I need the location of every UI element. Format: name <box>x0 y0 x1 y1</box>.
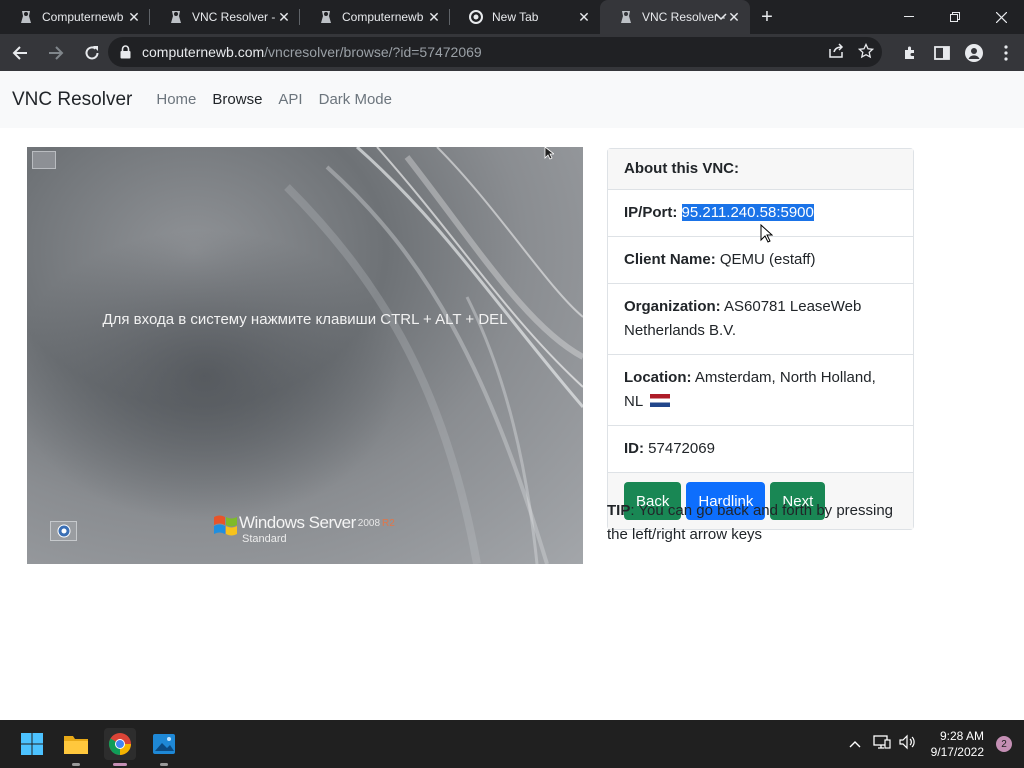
close-window-button[interactable] <box>978 0 1024 34</box>
tab-title: Computernewb <box>42 10 124 24</box>
chrome-icon <box>468 9 484 25</box>
background-streaks <box>27 147 583 564</box>
url-path: /vncresolver/browse/?id=57472069 <box>264 44 482 60</box>
volume-icon[interactable] <box>899 734 917 755</box>
tab-title: VNC Resolver - <box>192 10 276 24</box>
chrome-taskbar-button[interactable] <box>104 728 136 766</box>
id-value: 57472069 <box>648 440 715 457</box>
chrome-icon <box>109 733 131 755</box>
vnc-cursor-icon <box>544 146 554 160</box>
restore-button[interactable] <box>932 0 978 34</box>
organization-label: Organization: <box>624 298 721 315</box>
close-icon[interactable]: ✕ <box>576 9 592 25</box>
netherlands-flag-icon <box>649 394 670 407</box>
computernewb-icon <box>168 9 184 25</box>
running-indicator <box>160 763 168 766</box>
share-icon[interactable] <box>828 42 844 62</box>
tab-new-tab[interactable]: New Tab ✕ <box>450 0 600 34</box>
windows-server-release: R2 <box>382 518 395 529</box>
page-content: VNC Resolver Home Browse API Dark Mode Д… <box>0 71 1024 720</box>
vnc-info-card: About this VNC: IP/Port: 95.211.240.58:5… <box>607 148 914 530</box>
running-indicator <box>72 763 80 766</box>
menu-kebab-icon[interactable] <box>996 43 1016 63</box>
nav-browse[interactable]: Browse <box>212 91 262 108</box>
nav-api[interactable]: API <box>278 91 302 108</box>
minimize-button[interactable] <box>886 0 932 34</box>
browser-toolbar: computernewb.com/vncresolver/browse/?id=… <box>0 34 1024 71</box>
windows-server-edition: Standard <box>242 533 287 545</box>
nav-dark-mode[interactable]: Dark Mode <box>319 91 392 108</box>
running-indicator <box>113 763 127 766</box>
client-name-label: Client Name: <box>624 251 716 268</box>
tab-vnc-resolver-1[interactable]: VNC Resolver - ✕ <box>150 0 300 34</box>
photos-icon <box>153 734 175 754</box>
profile-icon[interactable] <box>964 43 984 63</box>
windows-server-logo: Windows Server 2008 R2 Standard <box>213 513 395 545</box>
reload-icon[interactable] <box>76 37 108 69</box>
new-tab-button[interactable]: + <box>750 0 784 34</box>
logon-prompt: Для входа в систему нажмите клавиши CTRL… <box>102 311 508 328</box>
organization-row: Organization: AS60781 LeaseWeb Netherlan… <box>608 284 913 355</box>
computernewb-icon <box>618 9 634 25</box>
close-icon[interactable]: ✕ <box>126 9 142 25</box>
notification-badge[interactable]: 2 <box>996 736 1012 752</box>
nav-home[interactable]: Home <box>156 91 196 108</box>
client-name-value: QEMU (estaff) <box>719 251 816 268</box>
id-label: ID: <box>624 440 644 457</box>
ip-port-label: IP/Port: <box>624 204 678 221</box>
client-name-row: Client Name: QEMU (estaff) <box>608 237 913 284</box>
computernewb-icon <box>18 9 34 25</box>
window-controls <box>715 0 1024 34</box>
card-header: About this VNC: <box>608 149 913 190</box>
mouse-cursor-icon <box>760 224 773 243</box>
chevron-down-icon[interactable] <box>706 0 736 34</box>
tip-body: : You can go back and forth by pressing … <box>607 502 894 543</box>
network-icon[interactable] <box>872 734 891 755</box>
folder-icon <box>64 736 88 754</box>
extensions-icon[interactable] <box>900 43 920 63</box>
windows-server-version: 2008 <box>357 518 381 529</box>
system-tray: 9:28 AM 9/17/2022 2 <box>849 720 1024 768</box>
clock[interactable]: 9:28 AM 9/17/2022 <box>931 728 984 760</box>
site-navbar: VNC Resolver Home Browse API Dark Mode <box>0 71 1024 128</box>
windows-flag-icon <box>214 515 237 536</box>
clock-date: 9/17/2022 <box>930 745 984 759</box>
start-button[interactable] <box>16 728 48 760</box>
close-icon[interactable]: ✕ <box>426 9 442 25</box>
address-bar[interactable]: computernewb.com/vncresolver/browse/?id=… <box>108 37 882 67</box>
location-row: Location: Amsterdam, North Holland, NL <box>608 355 913 426</box>
tab-title: Computernewb <box>342 10 424 24</box>
id-row: ID: 57472069 <box>608 426 913 473</box>
computernewb-icon <box>318 9 334 25</box>
windows-taskbar: 9:28 AM 9/17/2022 2 <box>0 720 1024 768</box>
location-label: Location: <box>624 369 692 386</box>
side-panel-icon[interactable] <box>932 43 952 63</box>
windows-start-icon <box>21 733 43 755</box>
star-icon[interactable] <box>857 42 875 62</box>
vnc-screenshot: Для входа в систему нажмите клавиши CTRL… <box>27 147 583 564</box>
url-host: computernewb.com <box>142 44 265 60</box>
file-explorer-button[interactable] <box>60 728 92 766</box>
windows-server-name: Windows Server <box>239 513 356 532</box>
tab-title: New Tab <box>492 10 539 24</box>
forward-arrow-icon[interactable] <box>40 37 72 69</box>
tab-computernewb-1[interactable]: Computernewb ✕ <box>0 0 150 34</box>
photos-taskbar-button[interactable] <box>148 728 180 766</box>
chevron-up-icon[interactable] <box>849 735 861 753</box>
toolbar-actions <box>900 34 1016 71</box>
ip-port-value[interactable]: 95.211.240.58:5900 <box>681 204 814 221</box>
tip-label: TIP <box>607 502 631 519</box>
ease-of-access-icon <box>50 521 77 541</box>
tab-computernewb-2[interactable]: Computernewb ✕ <box>300 0 450 34</box>
lock-icon[interactable] <box>120 45 134 59</box>
site-brand[interactable]: VNC Resolver <box>12 89 132 111</box>
tab-strip: Computernewb ✕ VNC Resolver - ✕ Computer… <box>0 0 1024 34</box>
clock-time: 9:28 AM <box>939 729 984 743</box>
keyboard-layout-icon <box>32 151 56 169</box>
tip-text: TIP: You can go back and forth by pressi… <box>607 499 917 547</box>
close-icon[interactable]: ✕ <box>276 9 292 25</box>
back-arrow-icon[interactable] <box>4 37 36 69</box>
